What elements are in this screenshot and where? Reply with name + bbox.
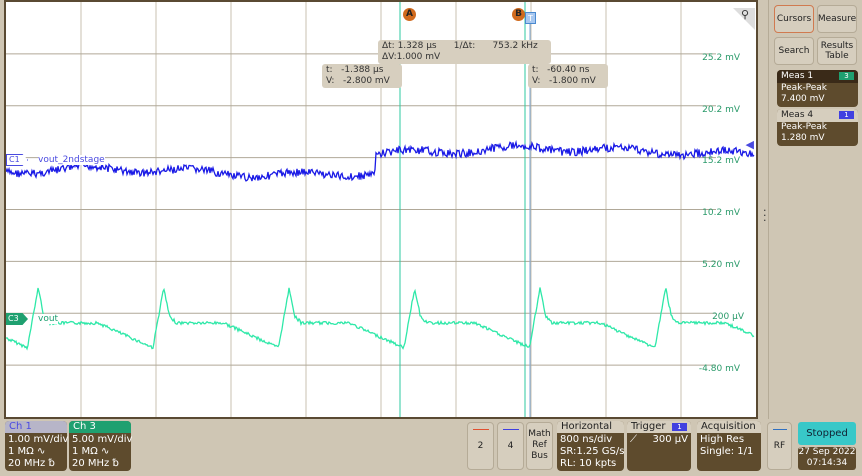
trigger-level: 300 µV — [652, 434, 688, 445]
acquisition-mode: High Res — [700, 434, 745, 445]
y-label: 10.2 mV — [702, 208, 740, 218]
ch1-waveform — [6, 139, 755, 182]
ch3-waveform — [6, 287, 755, 351]
cursors-button[interactable]: Cursors — [774, 5, 814, 33]
ch1-label: vout_2ndstage — [38, 155, 105, 165]
cursor-a-time: t: -1.388 µs — [326, 65, 384, 75]
cursor-delta-readout: Δt: 1.328 µs 1/Δt: 753.2 kHz ΔV:1.000 mV — [378, 40, 551, 64]
ch1-scale: 1.00 mV/div — [8, 434, 69, 445]
ch1-badge[interactable]: Ch 1 1.00 mV/div 1 MΩ ∿ 20 MHz ␢ — [5, 421, 69, 471]
delta-t: Δt: 1.328 µs — [382, 41, 437, 51]
date: 27 Sep 2022 — [798, 447, 856, 457]
ch1-bandwidth: 20 MHz ␢ — [8, 458, 55, 469]
datetime: 27 Sep 2022 07:14:34 — [798, 447, 856, 470]
trigger-title: Trigger — [631, 421, 666, 432]
ch4-label: 4 — [507, 441, 514, 451]
cursor-b-time: t: -60.40 ns — [532, 65, 590, 75]
acquisition-count: Single: 1/1 — [700, 446, 754, 457]
results-table-button[interactable]: Results Table — [817, 37, 857, 65]
ch3-badge[interactable]: Ch 3 5.00 mV/div 1 MΩ ∿ 20 MHz ␢ — [69, 421, 133, 471]
meas-type: Peak-Peak — [781, 83, 827, 93]
horizontal-badge[interactable]: Horizontal 800 ns/div SR:1.25 GS/s RL: 10 … — [557, 421, 624, 471]
cursor-b-voltage: V: -1.800 mV — [532, 76, 596, 86]
delta-v: ΔV:1.000 mV — [382, 52, 441, 62]
meas-4-badge[interactable]: Meas 4 1 Peak-Peak 1.280 mV — [777, 109, 858, 146]
ch2-button[interactable]: 2 — [467, 422, 494, 470]
waveform-display[interactable]: 25.2 mV 20.2 mV 15.2 mV 10.2 mV 5.20 mV … — [4, 0, 758, 419]
search-button[interactable]: Search — [774, 37, 814, 65]
y-label: 5.20 mV — [702, 260, 740, 270]
trigger-position-marker[interactable]: T — [525, 12, 536, 24]
run-stop-button[interactable]: Stopped — [798, 422, 856, 445]
cursor-a-readout: t: -1.388 µs V: -2.800 mV — [322, 64, 402, 88]
meas-title: Meas 4 — [781, 110, 814, 120]
y-label: 25.2 mV — [702, 53, 740, 63]
acquisition-title: Acquisition — [697, 421, 761, 433]
trigger-badge[interactable]: Trigger 1 ⟋ 300 µV — [627, 421, 691, 471]
y-label: 15.2 mV — [702, 156, 740, 166]
acquisition-badge[interactable]: Acquisition High Res Single: 1/1 — [697, 421, 761, 471]
rf-label: RF — [773, 441, 786, 451]
cursor-b-handle[interactable]: B — [512, 8, 525, 21]
rf-button[interactable]: RF — [767, 422, 792, 470]
sidebar-handle-icon[interactable]: · · · — [763, 205, 767, 226]
meas-1-badge[interactable]: Meas 1 3 Peak-Peak 7.400 mV — [777, 70, 858, 107]
right-sidebar: Cursors Measure Search Results Table Mea… — [768, 0, 862, 419]
meas-value: 7.400 mV — [781, 94, 825, 104]
inv-delta-t: 753.2 kHz — [492, 41, 538, 51]
y-label: 20.2 mV — [702, 105, 740, 115]
ch4-button[interactable]: 4 — [497, 422, 524, 470]
ch3-bandwidth: 20 MHz ␢ — [72, 458, 119, 469]
ch3-title: Ch 3 — [69, 421, 131, 433]
cursor-b-readout: t: -60.40 ns V: -1.800 mV — [528, 64, 608, 88]
trigger-level-arrow-icon[interactable]: ◀ — [746, 138, 754, 151]
y-label: 200 µV — [712, 312, 744, 322]
ch2-label: 2 — [477, 441, 484, 451]
ch3-label: vout — [38, 314, 59, 324]
horizontal-title: Horizontal — [557, 421, 624, 433]
horizontal-scale: 800 ns/div — [560, 434, 613, 445]
cursor-a-voltage: V: -2.800 mV — [326, 76, 390, 86]
ch3-scale: 5.00 mV/div — [72, 434, 133, 445]
time: 07:14:34 — [806, 458, 848, 468]
meas-channel: 3 — [839, 72, 854, 80]
ch1-title: Ch 1 — [5, 421, 67, 433]
cursor-a-handle[interactable]: A — [403, 8, 416, 21]
magnifier-icon[interactable]: ⚲ — [741, 8, 749, 21]
meas-channel: 1 — [839, 111, 854, 119]
inv-delta-t-label: 1/Δt: — [453, 41, 476, 51]
ch1-impedance: 1 MΩ ∿ — [8, 446, 46, 457]
meas-value: 1.280 mV — [781, 133, 825, 143]
record-length: RL: 10 kpts — [560, 458, 617, 469]
trigger-channel: 1 — [672, 423, 687, 431]
y-label: -4.80 mV — [698, 364, 740, 374]
measure-button[interactable]: Measure — [817, 5, 857, 33]
sample-rate: SR:1.25 GS/s — [560, 446, 625, 457]
meas-type: Peak-Peak — [781, 122, 827, 132]
rising-edge-icon: ⟋ — [630, 434, 637, 445]
meas-title: Meas 1 — [781, 71, 814, 81]
math-ref-bus-button[interactable]: Math Ref Bus — [526, 422, 553, 470]
ch3-impedance: 1 MΩ ∿ — [72, 446, 110, 457]
